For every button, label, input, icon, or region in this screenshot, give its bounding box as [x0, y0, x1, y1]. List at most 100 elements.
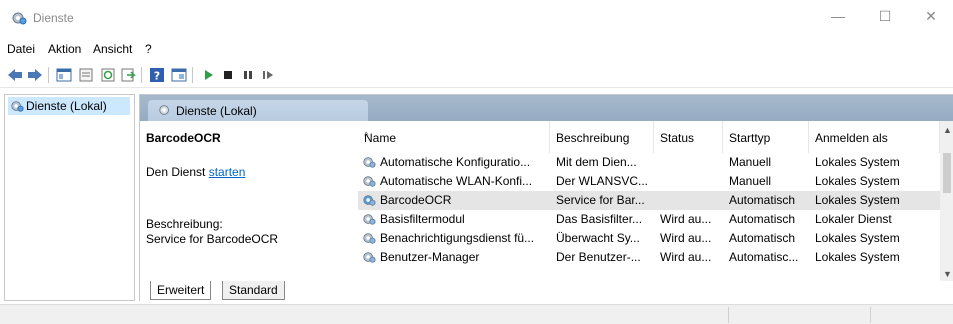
service-gear-icon	[362, 250, 376, 264]
toolbar: ?	[0, 62, 953, 88]
column-header-label: Anmelden als	[815, 131, 888, 145]
header-tab: Dienste (Lokal)	[148, 100, 368, 121]
minimize-button[interactable]: —	[815, 0, 861, 32]
cell-start: Manuell	[729, 155, 809, 169]
cell-logon: Lokales System	[815, 250, 937, 264]
cell-text: Manuell	[729, 174, 772, 188]
vertical-scrollbar[interactable]: ▲ ▼	[940, 121, 953, 281]
cell-logon: Lokaler Dienst	[815, 212, 937, 226]
cell-text: Service for Bar...	[556, 193, 645, 207]
scroll-up-icon[interactable]: ▲	[943, 125, 952, 135]
console-tree-icon[interactable]	[55, 66, 73, 84]
cell-text: Lokaler Dienst	[815, 212, 892, 226]
pane-header: Dienste (Lokal)	[140, 95, 953, 121]
action-prefix: Den Dienst	[146, 165, 209, 179]
cell-text: Basisfiltermodul	[380, 212, 465, 226]
table-row[interactable]: BarcodeOCR Service for Bar... Automatisch L…	[358, 191, 940, 210]
cell-text: BarcodeOCR	[380, 193, 452, 207]
properties-icon[interactable]	[77, 66, 95, 84]
cell-text: Wird au...	[660, 212, 712, 226]
cell-desc: Das Basisfilter...	[556, 212, 652, 226]
table-row[interactable]: Basisfiltermodul Das Basisfilter... Wird a…	[358, 210, 940, 229]
menu-item-help[interactable]: ?	[145, 42, 152, 56]
cell-text: Automatische Konfiguratio...	[380, 155, 531, 169]
cell-text: Der WLANSVC...	[556, 174, 649, 188]
column-header-status[interactable]: Status	[654, 121, 723, 153]
column-header-name[interactable]: Name ^	[358, 121, 550, 153]
view-tabs: Erweitert Standard	[140, 281, 953, 302]
cell-text: Automatisch	[729, 212, 796, 226]
cell-text: Mit dem Dien...	[556, 155, 637, 169]
cell-text: Lokales System	[815, 155, 900, 169]
cell-start: Automatisch	[729, 212, 809, 226]
status-bar	[0, 304, 953, 324]
tab-standard[interactable]: Standard	[222, 281, 285, 300]
scrollbar-thumb[interactable]	[943, 153, 951, 193]
maximize-button[interactable]: ☐	[862, 0, 908, 32]
window-title: Dienste	[33, 11, 74, 25]
forward-icon[interactable]	[26, 66, 44, 84]
toolbar-separator	[141, 67, 142, 83]
cell-text: Lokales System	[815, 231, 900, 245]
cell-text: Das Basisfilter...	[556, 212, 643, 226]
column-header-description[interactable]: Beschreibung	[550, 121, 654, 153]
help-icon[interactable]: ?	[148, 66, 166, 84]
cell-name: Benutzer-Manager	[362, 250, 548, 264]
pause-icon[interactable]	[239, 66, 257, 84]
cell-status: Wird au...	[660, 250, 722, 264]
service-action: Den Dienst starten	[146, 165, 245, 179]
scroll-down-icon[interactable]: ▼	[943, 269, 952, 279]
table-row[interactable]: Benachrichtigungsdienst fü... Überwacht S…	[358, 229, 940, 248]
cell-name: Benachrichtigungsdienst fü...	[362, 231, 548, 245]
cell-start: Automatisch	[729, 231, 809, 245]
cell-text: Benachrichtigungsdienst fü...	[380, 231, 535, 245]
console-tree: Dienste (Lokal)	[4, 94, 135, 301]
cell-status: Wird au...	[660, 212, 722, 226]
service-gear-icon	[362, 231, 376, 245]
column-header-anmelden-als[interactable]: Anmelden als	[809, 121, 940, 153]
cell-name: Automatische WLAN-Konfi...	[362, 174, 548, 188]
start-icon[interactable]	[199, 66, 217, 84]
start-service-link[interactable]: starten	[209, 165, 246, 179]
tree-item-label: Dienste (Lokal)	[26, 99, 107, 113]
restart-icon[interactable]	[259, 66, 277, 84]
cell-logon: Lokales System	[815, 231, 937, 245]
tree-item-dienste-lokal[interactable]: Dienste (Lokal)	[8, 97, 130, 115]
column-header-label: Status	[660, 131, 695, 145]
view-icon[interactable]	[170, 66, 188, 84]
toolbar-separator	[48, 67, 49, 83]
details-pane: Dienste (Lokal) BarcodeOCR Den Dienst st…	[139, 94, 953, 302]
description-text: Service for BarcodeOCR	[146, 232, 279, 246]
menu-item-datei[interactable]: Datei	[7, 42, 35, 56]
service-description-panel: BarcodeOCR Den Dienst starten Beschreibu…	[140, 121, 358, 281]
service-gear-icon	[362, 193, 376, 207]
close-button[interactable]: ✕	[908, 0, 953, 32]
cell-desc: Der WLANSVC...	[556, 174, 652, 188]
table-row[interactable]: Benutzer-Manager Der Benutzer-... Wird au.…	[358, 248, 940, 267]
cell-status: Wird au...	[660, 231, 722, 245]
services-gear-icon	[11, 10, 27, 26]
menu-item-aktion[interactable]: Aktion	[48, 42, 81, 56]
header-tab-label: Dienste (Lokal)	[176, 103, 257, 118]
cell-text: Lokales System	[815, 174, 900, 188]
refresh-icon[interactable]	[99, 66, 117, 84]
stop-icon[interactable]	[219, 66, 237, 84]
column-header-label: Starttyp	[729, 131, 771, 145]
cell-text: Automatisch	[729, 231, 796, 245]
cell-logon: Lokales System	[815, 155, 937, 169]
cell-name: BarcodeOCR	[362, 193, 548, 207]
column-header-starttyp[interactable]: Starttyp	[723, 121, 809, 153]
cell-text: Benutzer-Manager	[380, 250, 480, 264]
table-row[interactable]: Automatische Konfiguratio... Mit dem Dien…	[358, 153, 940, 172]
menu-item-ansicht[interactable]: Ansicht	[93, 42, 132, 56]
cell-text: Automatisc...	[729, 250, 799, 264]
column-header-label: Beschreibung	[556, 131, 630, 145]
cell-desc: Service for Bar...	[556, 193, 652, 207]
tab-erweitert[interactable]: Erweitert	[150, 281, 212, 300]
cell-text: Automatisch	[729, 193, 796, 207]
cell-name: Automatische Konfiguratio...	[362, 155, 548, 169]
table-row[interactable]: Automatische WLAN-Konfi... Der WLANSVC...…	[358, 172, 940, 191]
export-icon[interactable]	[119, 66, 137, 84]
back-icon[interactable]	[6, 66, 24, 84]
cell-text: Automatische WLAN-Konfi...	[380, 174, 533, 188]
